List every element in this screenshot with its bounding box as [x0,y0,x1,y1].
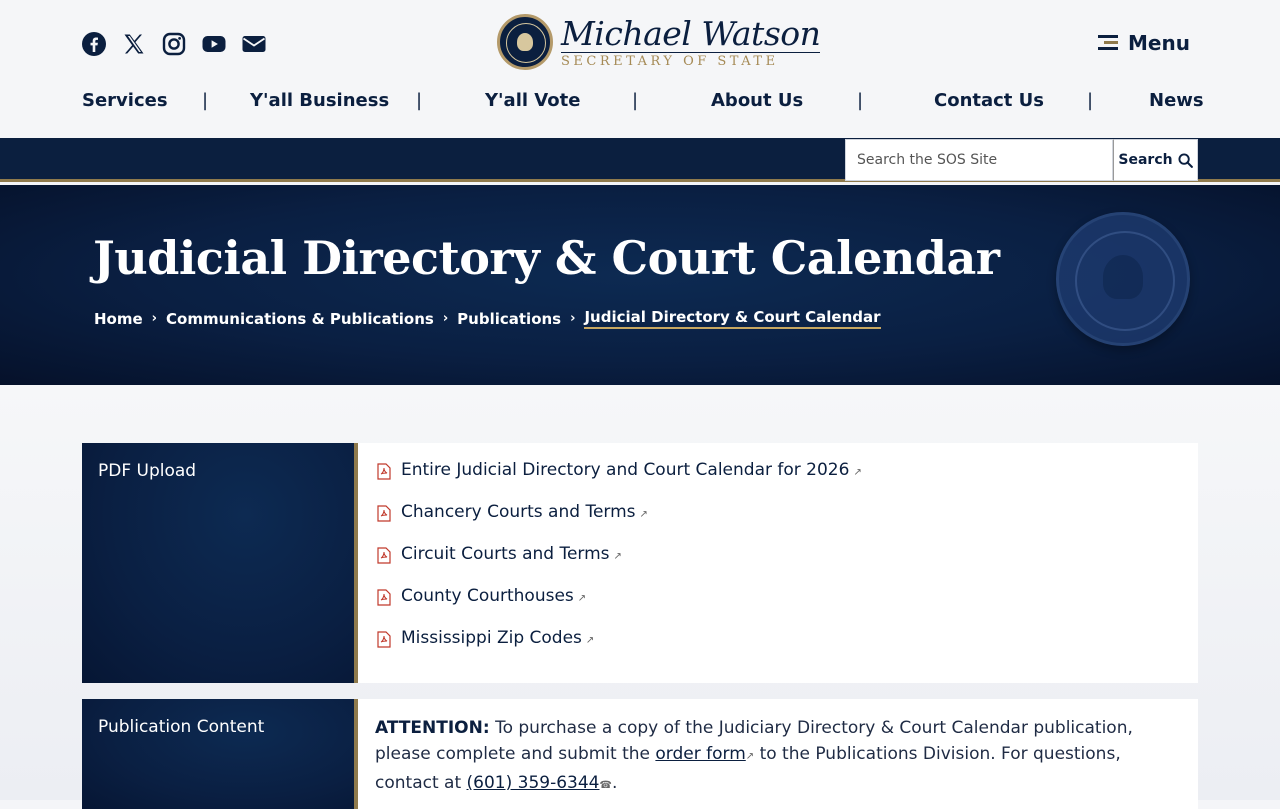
breadcrumb-home[interactable]: Home [94,310,143,328]
nav-item-news[interactable]: News [1149,90,1204,111]
chevron-right-icon: › [151,311,158,326]
nav-separator: | [416,90,423,111]
breadcrumb-communications[interactable]: Communications & Publications [166,310,434,328]
nav-item-contact-us[interactable]: Contact Us [934,90,1044,111]
pdf-link-label: Chancery Courts and Terms [401,502,636,522]
nav-item-about-us[interactable]: About Us [711,90,803,111]
nav-separator: | [857,90,864,111]
order-form-link[interactable]: order form [655,744,745,764]
main-nav: Services | Y'all Business | Y'all Vote |… [82,90,1204,120]
pdf-list: Entire Judicial Directory and Court Cale… [358,443,1198,670]
external-link-icon: ↗ [745,751,755,762]
seal-icon [497,14,553,70]
x-twitter-icon[interactable] [122,32,146,56]
breadcrumb-publications[interactable]: Publications [457,310,561,328]
pdf-link-county-courthouses[interactable]: County Courthouses ↗ [375,586,1198,628]
nav-item-yall-business[interactable]: Y'all Business [250,90,389,111]
youtube-icon[interactable] [202,32,226,56]
pdf-link-chancery-courts[interactable]: Chancery Courts and Terms ↗ [375,502,1198,544]
search-icon [1178,152,1193,168]
search-button[interactable]: Search [1113,139,1198,181]
chevron-right-icon: › [570,311,576,326]
chevron-right-icon: › [442,311,449,326]
nav-separator: | [632,90,639,111]
publication-text-end: . [611,773,618,793]
external-link-icon: ↗ [585,635,595,646]
nav-separator: | [1087,90,1094,111]
nav-separator: | [202,90,209,111]
email-icon[interactable] [242,32,266,56]
pdf-link-label: Circuit Courts and Terms [401,544,610,564]
external-link-icon: ↗ [613,551,622,562]
search-button-label: Search [1118,152,1173,168]
page-title: Judicial Directory & Court Calendar [93,231,1000,285]
attention-label: ATTENTION: [375,718,490,738]
external-link-icon: ↗ [577,593,587,604]
facebook-icon[interactable] [82,32,106,56]
breadcrumb-current: Judicial Directory & Court Calendar [584,308,881,329]
nav-item-yall-vote[interactable]: Y'all Vote [485,90,580,111]
pdf-upload-section: PDF Upload Entire Judicial Directory and… [82,443,1198,683]
menu-label: Menu [1128,31,1190,55]
section-label: Publication Content [82,699,358,809]
section-label: PDF Upload [82,443,358,683]
hamburger-icon [1098,35,1118,51]
pdf-icon [377,463,391,480]
phone-icon: ☎ [599,780,612,791]
site-logo[interactable]: Michael Watson SECRETARY OF STATE [497,13,821,70]
pdf-link-entire-directory[interactable]: Entire Judicial Directory and Court Cale… [375,460,1198,502]
pdf-icon [377,631,391,648]
pdf-link-label: Entire Judicial Directory and Court Cale… [401,460,850,480]
pdf-link-circuit-courts[interactable]: Circuit Courts and Terms ↗ [375,544,1198,586]
instagram-icon[interactable] [162,32,186,56]
phone-link[interactable]: (601) 359-6344 [467,773,600,793]
pdf-icon [377,505,391,522]
site-header: Michael Watson SECRETARY OF STATE Menu S… [0,0,1280,138]
page-hero: Judicial Directory & Court Calendar Home… [0,185,1280,385]
publication-text: ATTENTION: To purchase a copy of the Jud… [358,699,1198,809]
pdf-link-label: Mississippi Zip Codes [401,628,582,648]
search-input[interactable] [845,139,1113,181]
logo-name: Michael Watson [561,13,821,53]
state-seal-watermark [1056,212,1190,346]
nav-item-services[interactable]: Services [82,90,168,111]
pdf-link-zip-codes[interactable]: Mississippi Zip Codes ↗ [375,628,1198,670]
social-links [82,32,266,56]
pdf-icon [377,589,391,606]
search-bar: Search [0,138,1280,182]
publication-content-section: Publication Content ATTENTION: To purcha… [82,699,1198,809]
logo-subtitle: SECRETARY OF STATE [561,51,821,69]
pdf-link-label: County Courthouses [401,586,574,606]
breadcrumb: Home › Communications & Publications › P… [94,308,881,329]
external-link-icon: ↗ [853,467,862,478]
external-link-icon: ↗ [639,509,648,520]
pdf-icon [377,547,391,564]
menu-button[interactable]: Menu [1098,31,1190,55]
main-content: PDF Upload Entire Judicial Directory and… [0,385,1280,809]
